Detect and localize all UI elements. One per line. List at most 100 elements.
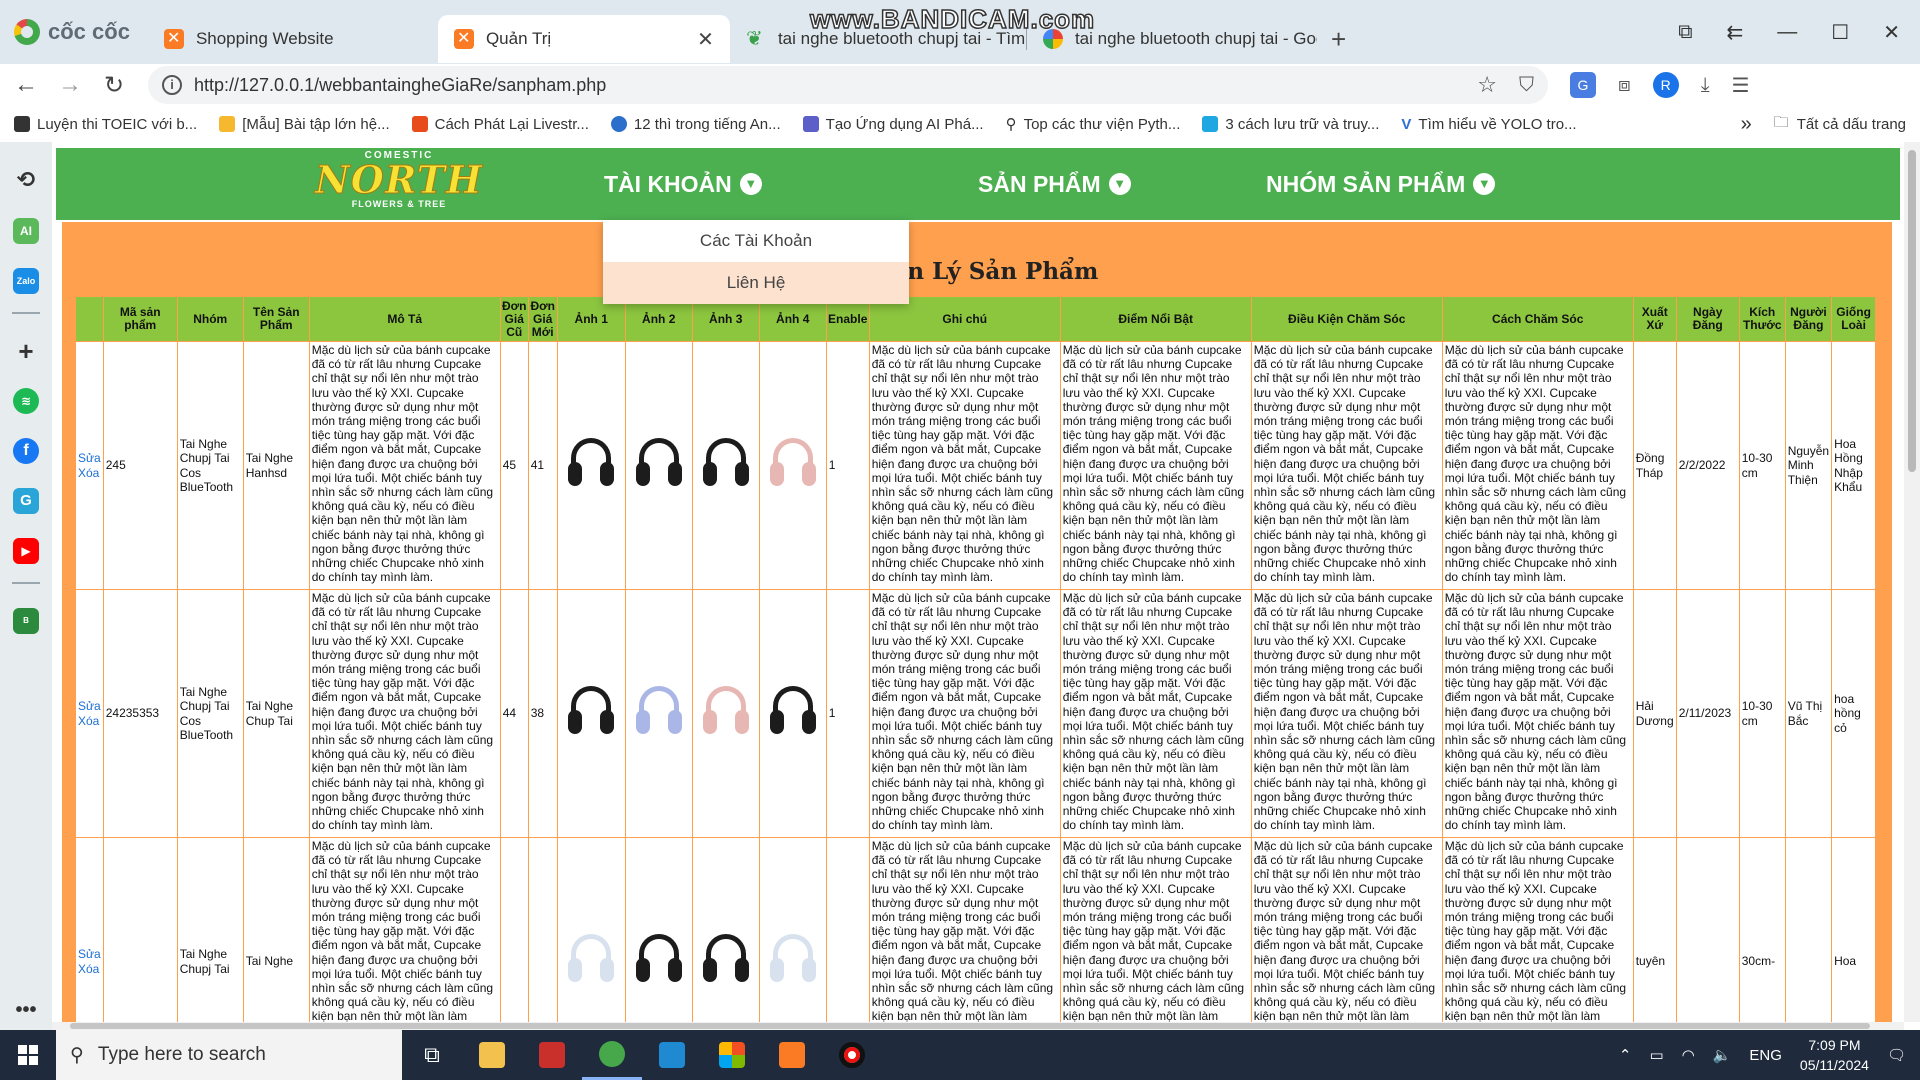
volume-icon[interactable]: 🔈	[1713, 1046, 1732, 1064]
column-header: Ngày Đăng	[1675, 296, 1740, 342]
facebook-icon[interactable]: f	[13, 438, 39, 464]
row-actions: Sửa Xóa	[75, 589, 104, 838]
url-text[interactable]: http://127.0.0.1/webbantaingheGiaRe/sanp…	[194, 75, 606, 96]
bookmark-star-icon[interactable]: ☆	[1477, 72, 1497, 98]
horizontal-scrollbar[interactable]	[52, 1022, 1904, 1030]
microsoft-store-icon[interactable]	[702, 1030, 762, 1080]
menu-account[interactable]: TÀI KHOẢN ▼	[604, 148, 762, 220]
more-bookmarks-icon[interactable]: »	[1741, 113, 1752, 136]
windows-taskbar: ⚲ Type here to search ⧉ ⌃ ▭ ◠ 🔈 ENG 7:09…	[0, 1030, 1920, 1080]
book-app-icon[interactable]: B	[13, 608, 39, 634]
clock[interactable]: 7:09 PM 05/11/2024	[1800, 1035, 1869, 1075]
edit-link[interactable]: Sửa	[78, 947, 101, 961]
dropdown-item-accounts[interactable]: Các Tài Khoản	[603, 220, 909, 262]
bookmark-item[interactable]: 3 cách lưu trữ và truy...	[1202, 116, 1379, 133]
delete-link[interactable]: Xóa	[78, 466, 101, 480]
reload-button[interactable]: ↻	[96, 71, 132, 100]
table-cell	[102, 837, 178, 1022]
site-info-icon[interactable]: i	[162, 75, 182, 95]
add-icon[interactable]: +	[13, 338, 39, 364]
headphone-image-icon	[767, 682, 819, 742]
delete-link[interactable]: Xóa	[78, 962, 101, 976]
bandicam-record-icon[interactable]	[822, 1030, 882, 1080]
column-header: Xuất Xứ	[1632, 296, 1677, 342]
edit-link[interactable]: Sửa	[78, 699, 101, 713]
dropdown-item-contact[interactable]: Liên Hệ	[603, 262, 909, 304]
bookmark-item[interactable]: V Tìm hiểu về YOLO tro...	[1401, 116, 1576, 133]
table-cell: Vũ Thị Bắc	[1784, 589, 1833, 838]
table-cell: Tai Nghe	[242, 837, 310, 1022]
bookmark-item[interactable]: Cách Phát Lại Livestr...	[411, 116, 589, 133]
back-button[interactable]: ←	[8, 71, 44, 99]
table-cell: 1	[825, 341, 870, 590]
scrollbar-thumb[interactable]	[1908, 150, 1916, 472]
table-row: Sửa Xóa 24235353 Tai Nghe Chupj Tai Cos Blu…	[75, 589, 1877, 838]
task-view-icon[interactable]: ⧉	[402, 1030, 462, 1080]
product-table-wrapper: Mã sản phẩm Nhóm Tên Sản Phẩm Mô Tả Đơn Giá …	[75, 296, 1877, 1022]
download-icon[interactable]: ⤓	[1701, 74, 1710, 97]
bookmark-item[interactable]: [Mẫu] Bài tập lớn hệ...	[219, 116, 390, 133]
tab-shopping-website[interactable]: Shopping Website	[148, 15, 438, 63]
address-bar[interactable]: i http://127.0.0.1/webbantaingheGiaRe/sa…	[148, 66, 1548, 104]
taskbar-search[interactable]: ⚲ Type here to search	[56, 1030, 402, 1080]
shield-icon[interactable]: ⛉	[1519, 74, 1534, 97]
ai-icon[interactable]: AI	[13, 218, 39, 244]
wifi-icon[interactable]: ◠	[1682, 1046, 1695, 1064]
table-cell: 245	[102, 341, 178, 590]
bookmark-item[interactable]: Luyện thi TOEIC với b...	[14, 116, 197, 133]
headphone-image-icon	[565, 682, 617, 742]
language-indicator[interactable]: ENG	[1749, 1047, 1782, 1064]
product-image	[758, 837, 827, 1022]
tab-title: Shopping Website	[195, 29, 334, 48]
bookmark-item[interactable]: 12 thì trong tiếng An...	[610, 116, 781, 133]
tab-quan-tri[interactable]: Quản Trị ✕	[437, 15, 730, 63]
extensions-icon[interactable]: ⧈	[1618, 74, 1631, 97]
xampp-taskbar-icon[interactable]	[762, 1030, 822, 1080]
maximize-button[interactable]: ☐	[1831, 20, 1849, 45]
site-logo[interactable]: COMESTIC NORTH FLOWERS & TREE	[314, 150, 484, 218]
table-cell: Mặc dù lịch sử của bánh cupcake đã có từ…	[308, 341, 501, 590]
screenshot-icon[interactable]: ⧉	[1678, 21, 1692, 44]
bookmark-item[interactable]: Tạo Ứng dụng AI Phá...	[802, 116, 984, 133]
all-bookmarks-button[interactable]: 🗀 Tất cả dấu trang	[1774, 112, 1920, 137]
new-tab-button[interactable]: +	[1331, 24, 1346, 55]
close-tab-icon[interactable]: ✕	[683, 27, 714, 52]
edit-link[interactable]: Sửa	[78, 451, 101, 465]
notification-icon[interactable]: 🗨	[1887, 1046, 1906, 1064]
file-explorer-icon[interactable]	[462, 1030, 522, 1080]
menu-products[interactable]: SẢN PHẨM ▼	[978, 148, 1131, 220]
browser-brand[interactable]: cốc cốc	[0, 0, 148, 64]
menu-icon[interactable]: ☰	[1732, 73, 1750, 98]
coccoc-taskbar-icon[interactable]	[582, 1030, 642, 1080]
more-options-icon[interactable]: •••	[13, 997, 39, 1023]
zalo-icon[interactable]: Zalo	[13, 268, 39, 294]
g-app-icon[interactable]: G	[13, 488, 39, 514]
menu-product-groups[interactable]: NHÓM SẢN PHẨM ▼	[1266, 148, 1496, 220]
close-window-button[interactable]: ✕	[1883, 20, 1900, 45]
table-cell: Mặc dù lịch sử của bánh cupcake đã có từ…	[1441, 589, 1634, 838]
bookmark-item[interactable]: ⚲ Top các thư viện Pyth...	[1006, 115, 1181, 134]
forward-button[interactable]: →	[52, 71, 88, 99]
app-icon[interactable]	[522, 1030, 582, 1080]
history-icon[interactable]: ⟲	[13, 167, 39, 193]
youtube-icon[interactable]: ▶	[13, 538, 39, 564]
bookmark-favicon-icon	[1202, 116, 1219, 132]
scrollbar-thumb[interactable]	[70, 1023, 1870, 1029]
column-header: Nhóm	[176, 296, 244, 342]
vscode-icon[interactable]	[642, 1030, 702, 1080]
battery-icon[interactable]: ▭	[1649, 1046, 1663, 1064]
minimize-button[interactable]: —	[1777, 21, 1797, 44]
profile-avatar[interactable]: R	[1652, 72, 1679, 98]
product-image	[758, 589, 827, 838]
chevron-up-icon[interactable]: ⌃	[1619, 1046, 1632, 1064]
delete-link[interactable]: Xóa	[78, 714, 101, 728]
start-button[interactable]	[0, 1045, 56, 1065]
column-header: Đơn Giá Mới	[527, 296, 558, 342]
v-logo-icon: V	[1401, 115, 1412, 133]
column-header: Điều Kiện Chăm Sóc	[1250, 296, 1443, 342]
spotify-icon[interactable]: ≋	[13, 388, 39, 414]
vertical-scrollbar[interactable]	[1904, 142, 1920, 1022]
back-history-icon[interactable]: ⇇	[1727, 20, 1744, 45]
translate-icon[interactable]: G	[1570, 72, 1596, 98]
table-cell: Tai Nghe Chupj Tai	[176, 837, 244, 1022]
